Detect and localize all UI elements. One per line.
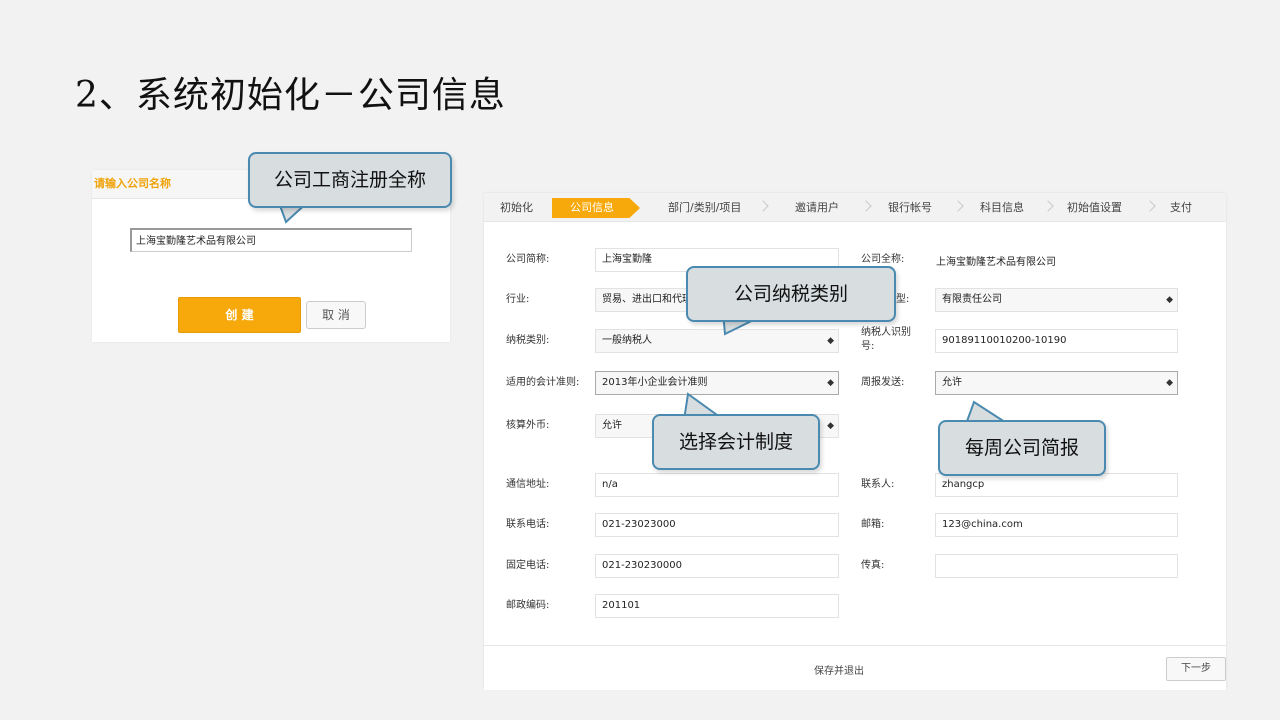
landline-label: 固定电话:	[506, 560, 550, 571]
form-footer: 保存并退出 下一步	[484, 645, 1226, 690]
address-input[interactable]: n/a	[595, 473, 839, 497]
cancel-button[interactable]: 取 消	[306, 301, 366, 329]
wizard-steps: 初始化 公司信息 部门/类别/项目 邀请用户 银行帐号 科目信息 初始值设置 支…	[484, 193, 1226, 222]
industry-select[interactable]: 贸易、进出口和代理	[595, 288, 691, 312]
short-name-label: 公司简称:	[506, 254, 550, 265]
accounting-standard-value: 2013年小企业会计准则	[602, 377, 708, 388]
select-arrows-icon: ◆	[1166, 378, 1173, 388]
chevron-right-icon	[1144, 200, 1156, 212]
weekly-report-label: 周报发送:	[861, 377, 905, 388]
foreign-currency-value: 允许	[602, 420, 622, 431]
callout-tax-type: 公司纳税类别	[686, 266, 896, 322]
full-name-value: 上海宝勤隆艺术品有限公司	[936, 257, 1056, 268]
industry-label: 行业:	[506, 294, 530, 305]
select-arrows-icon: ◆	[827, 421, 834, 431]
chevron-right-icon	[952, 200, 964, 212]
tax-category-label: 纳税类别:	[506, 335, 550, 346]
landline-input[interactable]: 021-230230000	[595, 554, 839, 578]
create-button[interactable]: 创 建	[178, 297, 301, 333]
callout-company-name: 公司工商注册全称	[248, 152, 452, 208]
email-label: 邮箱:	[861, 519, 885, 530]
callout-accounting: 选择会计制度	[652, 414, 820, 470]
select-arrows-icon: ◆	[1166, 295, 1173, 305]
select-arrows-icon: ◆	[827, 378, 834, 388]
tax-category-value: 一般纳税人	[602, 335, 652, 346]
step-company-info[interactable]: 公司信息	[552, 198, 640, 218]
postcode-label: 邮政编码:	[506, 600, 550, 611]
step-subjects[interactable]: 科目信息	[980, 198, 1024, 218]
step-init[interactable]: 初始化	[500, 198, 533, 218]
step-initial-values[interactable]: 初始值设置	[1067, 198, 1122, 218]
company-type-value: 有限责任公司	[942, 294, 1002, 305]
next-step-button[interactable]: 下一步	[1166, 657, 1226, 681]
taxpayer-id-label: 纳税人识别号:	[861, 327, 911, 352]
accounting-standard-label: 适用的会计准则:	[506, 377, 580, 388]
slide-title: 2、系统初始化－公司信息	[75, 75, 506, 116]
email-input[interactable]: 123@china.com	[935, 513, 1178, 537]
step-bank-accounts[interactable]: 银行帐号	[888, 198, 932, 218]
company-type-select[interactable]: 有限责任公司 ◆	[935, 288, 1178, 312]
fax-label: 传真:	[861, 560, 885, 571]
company-type-label: 型:	[896, 294, 910, 305]
postcode-input[interactable]: 201101	[595, 594, 839, 618]
full-name-label: 公司全称:	[861, 254, 905, 265]
chevron-right-icon	[1042, 200, 1054, 212]
phone-label: 联系电话:	[506, 519, 550, 530]
weekly-report-select[interactable]: 允许 ◆	[935, 371, 1178, 395]
save-and-exit-link[interactable]: 保存并退出	[814, 662, 864, 677]
phone-input[interactable]: 021-23023000	[595, 513, 839, 537]
weekly-report-value: 允许	[942, 377, 962, 388]
step-invite-users[interactable]: 邀请用户	[795, 198, 839, 218]
callout-weekly: 每周公司简报	[938, 420, 1106, 476]
company-name-input[interactable]: 上海宝勤隆艺术品有限公司	[130, 228, 412, 252]
contact-label: 联系人:	[861, 479, 895, 490]
taxpayer-id-input[interactable]: 90189110010200-10190	[935, 329, 1178, 353]
chevron-right-icon	[860, 200, 872, 212]
step-payment[interactable]: 支付	[1170, 198, 1192, 218]
chevron-right-icon	[757, 200, 769, 212]
foreign-currency-label: 核算外币:	[506, 420, 550, 431]
step-departments[interactable]: 部门/类别/项目	[668, 198, 741, 218]
contact-input[interactable]: zhangcp	[935, 473, 1178, 497]
address-label: 通信地址:	[506, 479, 550, 490]
industry-value: 贸易、进出口和代理	[602, 294, 691, 305]
fax-input[interactable]	[935, 554, 1178, 578]
select-arrows-icon: ◆	[827, 336, 834, 346]
